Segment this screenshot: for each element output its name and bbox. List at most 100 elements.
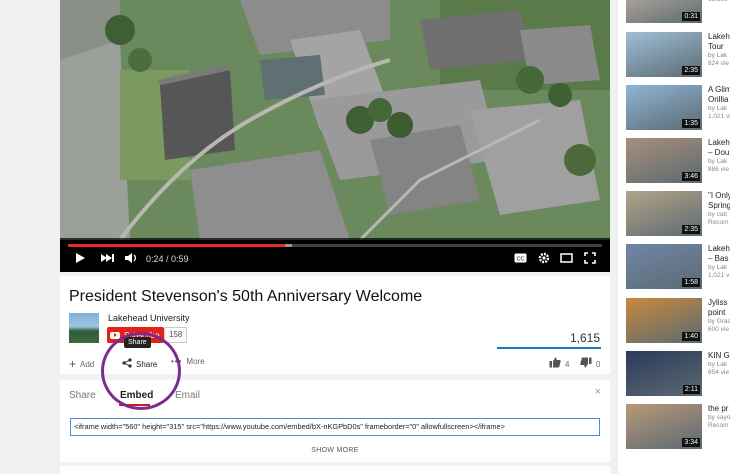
video-title: President Stevenson's 50th Anniversary W…: [69, 288, 423, 305]
related-video-views: 854 vie: [708, 369, 729, 376]
related-video-title[interactable]: Lakehe: [708, 138, 730, 148]
settings-gear-icon[interactable]: [538, 252, 550, 267]
related-video-views: 600 vie: [708, 326, 729, 333]
dislike-button[interactable]: 0: [580, 357, 600, 371]
related-video-title[interactable]: "I Only: [708, 191, 730, 201]
tab-email[interactable]: Email: [175, 390, 200, 401]
captions-icon[interactable]: CC: [514, 252, 527, 266]
related-video-text: "I Only Spring by catr Recom: [708, 191, 730, 227]
related-video-channel: by Lak: [708, 105, 728, 112]
related-video-text: Lakehe– Basby Lak1,021 v: [708, 244, 730, 280]
related-video-views: 1,021 vi: [708, 113, 730, 120]
close-icon[interactable]: ×: [595, 386, 601, 398]
video-duration: 0:31: [682, 12, 700, 21]
embed-code-field[interactable]: <iframe width="560" height="315" src="ht…: [70, 418, 600, 436]
view-count: 1,615: [569, 331, 600, 345]
related-video-item[interactable]: 0:31 Beginby Lak65,360: [626, 0, 730, 26]
theater-mode-icon[interactable]: [560, 252, 573, 266]
related-video-title-line2[interactable]: – Bas: [708, 254, 730, 264]
related-video-item[interactable]: 3:34 the pr by sayo Recom: [626, 404, 730, 452]
related-video-views: 824 vie: [708, 60, 729, 67]
add-to-button[interactable]: + Add to: [69, 357, 96, 371]
related-video-views: Recom: [708, 219, 729, 226]
video-duration: 1:40: [682, 332, 700, 341]
related-video-text: KIN Gaby Lak854 vie: [708, 351, 730, 377]
more-label: More: [186, 357, 205, 366]
add-to-label: Add to: [80, 359, 96, 369]
channel-name-link[interactable]: Lakehead University: [108, 313, 190, 323]
related-video-item[interactable]: 2:35 "I Only Spring by catr Recom: [626, 191, 730, 239]
like-count: 4: [565, 359, 570, 369]
related-video-item[interactable]: 3:46 Lakehe– Douby Lak886 vie: [626, 138, 730, 186]
related-video-title[interactable]: KIN Ga: [708, 351, 730, 361]
tab-share[interactable]: Share: [69, 390, 96, 401]
related-video-channel: by Lak: [708, 361, 728, 368]
video-duration: 1:35: [682, 119, 700, 128]
related-video-title-line2[interactable]: Orillia: [708, 95, 730, 105]
related-video-item[interactable]: 1:58 Lakehe– Basby Lak1,021 v: [626, 244, 730, 292]
related-video-thumbnail[interactable]: 0:31: [626, 0, 702, 23]
related-video-title[interactable]: Lakehe: [708, 32, 730, 42]
related-video-views: Recom: [708, 422, 729, 429]
comments-section-edge: [60, 466, 610, 474]
related-video-channel: by Lak: [708, 158, 728, 165]
plus-icon: +: [69, 357, 77, 371]
related-video-thumbnail[interactable]: 2:11: [626, 351, 702, 396]
video-duration: 2:35: [682, 225, 700, 234]
related-video-title[interactable]: the pr: [708, 404, 730, 414]
related-video-text: LakeheTourby Lak824 vie: [708, 32, 730, 68]
related-video-views: 886 vie: [708, 166, 729, 173]
video-duration: 2:11: [682, 385, 700, 394]
played-bar: [68, 244, 286, 247]
volume-icon[interactable]: [124, 252, 138, 267]
thumbs-up-icon: [549, 357, 561, 371]
video-frame[interactable]: [60, 0, 610, 240]
related-video-text: Lakehe– Douby Lak886 vie: [708, 138, 730, 174]
related-video-title-line2[interactable]: point: [708, 308, 730, 318]
related-video-thumbnail[interactable]: 2:35: [626, 32, 702, 77]
related-video-text: A Glim Orillia by Lak 1,021 vi: [708, 85, 730, 121]
video-duration: 3:46: [682, 172, 700, 181]
related-video-thumbnail[interactable]: 2:35: [626, 191, 702, 236]
related-video-text: the pr by sayo Recom: [708, 404, 730, 430]
like-button[interactable]: 4: [549, 357, 569, 371]
like-ratio-fill: [497, 347, 601, 349]
svg-text:CC: CC: [517, 257, 525, 263]
related-video-thumbnail[interactable]: 3:46: [626, 138, 702, 183]
related-video-thumbnail[interactable]: 1:40: [626, 298, 702, 343]
progress-bar[interactable]: [68, 244, 602, 247]
like-ratio-bar: [497, 347, 601, 349]
related-video-item[interactable]: 1:35 A Glim Orillia by Lak 1,021 vi: [626, 85, 730, 133]
video-duration: 1:58: [682, 278, 700, 287]
related-video-thumbnail[interactable]: 1:58: [626, 244, 702, 289]
thumbs-down-icon: [580, 357, 592, 371]
play-icon[interactable]: [74, 252, 86, 267]
fullscreen-icon[interactable]: [584, 252, 596, 267]
subscriber-count: 158: [164, 327, 188, 343]
related-video-item[interactable]: 1:40 Jyliss point by Grac 600 vie: [626, 298, 730, 346]
related-videos-sidebar: 0:31Beginby Lak65,3602:35LakeheTourby La…: [618, 0, 730, 474]
related-video-title-line2[interactable]: – Dou: [708, 148, 730, 158]
dislike-count: 0: [596, 359, 601, 369]
video-player[interactable]: 0:24 / 0:59 CC: [60, 0, 610, 272]
related-video-channel: by catr: [708, 211, 728, 218]
show-more-button[interactable]: SHOW MORE: [60, 447, 610, 454]
video-duration: 3:34: [682, 438, 700, 447]
related-video-title[interactable]: A Glim: [708, 85, 730, 95]
related-video-title[interactable]: Jyliss: [708, 298, 730, 308]
campus-aerial-image: [60, 0, 610, 240]
next-icon[interactable]: [100, 252, 114, 267]
related-video-item[interactable]: 2:11 KIN Gaby Lak854 vie: [626, 351, 730, 399]
time-display: 0:24 / 0:59: [146, 254, 189, 264]
related-video-channel: by sayo: [708, 414, 730, 421]
player-controls: 0:24 / 0:59 CC: [60, 238, 610, 272]
video-duration: 2:35: [682, 66, 700, 75]
related-video-title-line2[interactable]: Tour: [708, 42, 730, 52]
related-video-thumbnail[interactable]: 3:34: [626, 404, 702, 449]
related-video-title-line2[interactable]: Spring: [708, 201, 730, 211]
channel-avatar[interactable]: [69, 313, 99, 343]
related-video-title[interactable]: Lakehe: [708, 244, 730, 254]
related-video-thumbnail[interactable]: 1:35: [626, 85, 702, 130]
related-video-text: Jyliss point by Grac 600 vie: [708, 298, 730, 334]
related-video-item[interactable]: 2:35 LakeheTourby Lak824 vie: [626, 32, 730, 80]
